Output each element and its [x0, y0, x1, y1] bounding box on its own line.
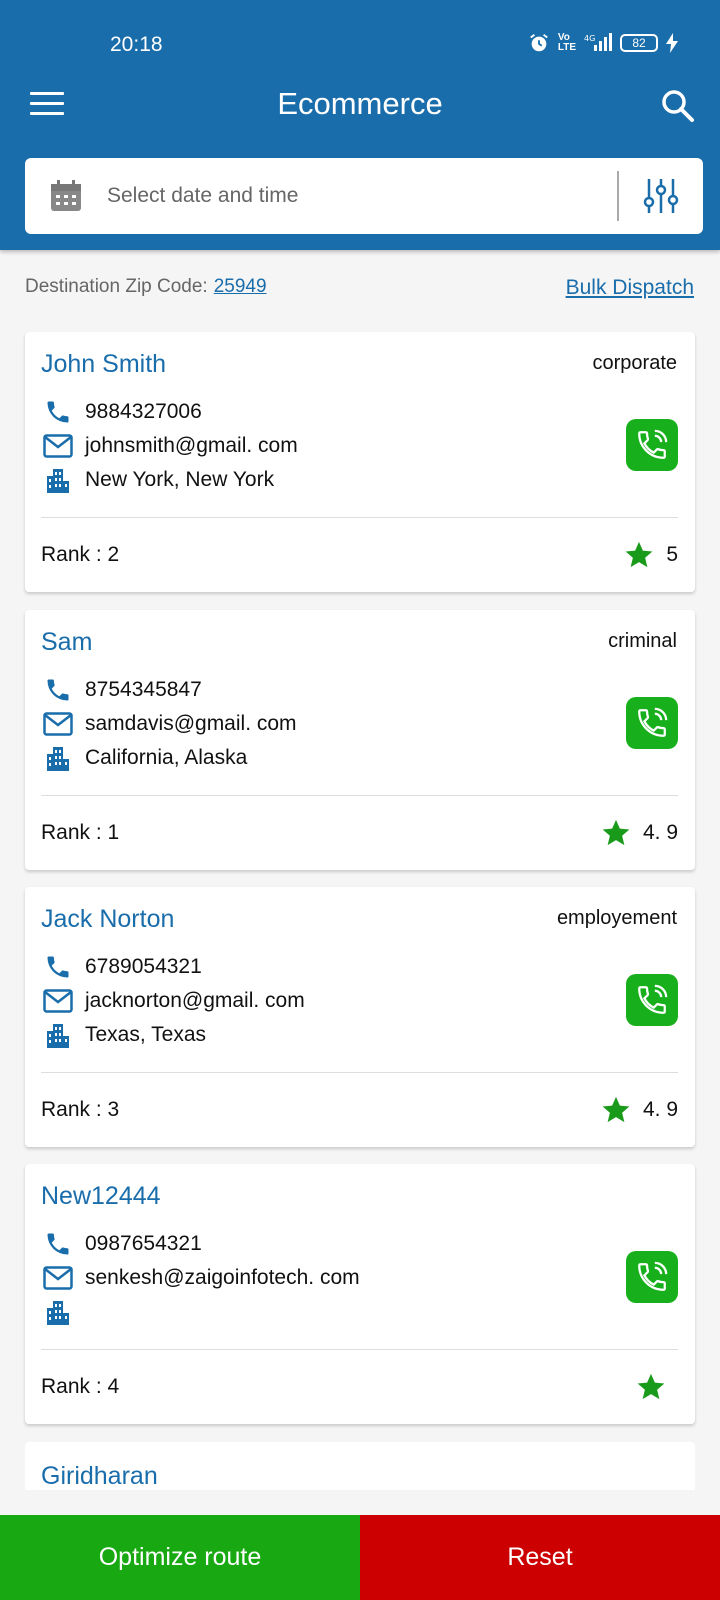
- mail-icon: [43, 432, 73, 460]
- contact-email: senkesh@zaigoinfotech. com: [85, 1266, 360, 1289]
- star-icon: [637, 1373, 665, 1400]
- call-button[interactable]: [626, 1251, 678, 1303]
- contact-name: Jack Norton: [41, 905, 175, 933]
- contact-rating: [636, 1372, 678, 1402]
- contact-card[interactable]: Giridharan: [25, 1442, 695, 1490]
- status-icons: Vo LTE 4G 82: [528, 32, 678, 54]
- divider: [41, 517, 678, 518]
- zip-code: Destination Zip Code: 25949: [25, 276, 267, 300]
- contact-rank: Rank : 1: [41, 821, 120, 844]
- volte-icon: Vo LTE: [557, 32, 576, 53]
- battery-indicator: 82: [620, 34, 658, 52]
- zip-code-link[interactable]: 25949: [214, 276, 267, 297]
- email-row: johnsmith@gmail. com: [43, 432, 298, 460]
- contact-name: John Smith: [41, 350, 167, 378]
- mail-icon: [43, 1264, 73, 1292]
- mail-icon: [43, 710, 73, 738]
- contact-rank: Rank : 3: [41, 1098, 120, 1121]
- building-icon: [43, 466, 73, 494]
- phone-row: 8754345847: [43, 676, 202, 704]
- mail-icon: [43, 987, 73, 1015]
- rating-value: 5: [666, 543, 678, 566]
- contact-rank: Rank : 2: [41, 543, 120, 566]
- divider: [41, 795, 678, 796]
- phone-icon: [43, 398, 73, 426]
- contact-email: johnsmith@gmail. com: [85, 434, 298, 457]
- contact-name: New12444: [41, 1182, 161, 1210]
- contact-phone: 8754345847: [85, 678, 202, 701]
- phone-row: 0987654321: [43, 1230, 202, 1258]
- reset-button[interactable]: Reset: [360, 1515, 720, 1600]
- filter-sliders-icon[interactable]: [619, 158, 703, 234]
- search-icon[interactable]: [660, 88, 696, 124]
- call-button[interactable]: [626, 419, 678, 471]
- location-row: [43, 1298, 85, 1326]
- contact-phone: 0987654321: [85, 1232, 202, 1255]
- contact-rating: 4. 9: [601, 1095, 678, 1125]
- svg-text:4G: 4G: [584, 34, 595, 43]
- location-row: Texas, Texas: [43, 1021, 206, 1049]
- phone-row: 6789054321: [43, 953, 202, 981]
- contact-email: samdavis@gmail. com: [85, 712, 297, 735]
- phone-icon: [43, 676, 73, 704]
- contact-phone: 6789054321: [85, 955, 202, 978]
- page-title: Ecommerce: [277, 86, 443, 121]
- call-button[interactable]: [626, 697, 678, 749]
- star-icon: [602, 819, 630, 846]
- contact-location: Texas, Texas: [85, 1023, 207, 1046]
- call-button[interactable]: [626, 974, 678, 1026]
- contact-rating: 4. 9: [601, 818, 678, 848]
- contact-name: Giridharan: [41, 1462, 158, 1490]
- phone-icon: [43, 1230, 73, 1258]
- phone-call-icon: [638, 707, 668, 737]
- contact-phone: 9884327006: [85, 400, 202, 423]
- divider: [41, 1349, 678, 1350]
- email-row: samdavis@gmail. com: [43, 710, 297, 738]
- contact-email: jacknorton@gmail. com: [85, 989, 305, 1012]
- optimize-route-button[interactable]: Optimize route: [0, 1515, 360, 1600]
- phone-icon: [43, 953, 73, 981]
- signal-icon: 4G: [584, 33, 612, 51]
- app-bar: 20:18 Vo LTE 4G 82 Ecommerce Select date …: [0, 0, 720, 250]
- contact-name: Sam: [41, 628, 93, 656]
- rating-value: 4. 9: [642, 1098, 678, 1121]
- phone-call-icon: [638, 1261, 668, 1291]
- charging-icon: [666, 33, 678, 53]
- contact-location: California, Alaska: [85, 746, 248, 769]
- contact-rating: 5: [624, 540, 678, 570]
- calendar-icon: [51, 180, 81, 211]
- zip-code-label: Destination Zip Code:: [25, 276, 208, 297]
- location-row: New York, New York: [43, 466, 274, 494]
- date-time-picker[interactable]: Select date and time: [25, 158, 703, 234]
- contact-location: New York, New York: [85, 468, 275, 491]
- email-row: senkesh@zaigoinfotech. com: [43, 1264, 360, 1292]
- location-row: California, Alaska: [43, 744, 247, 772]
- email-row: jacknorton@gmail. com: [43, 987, 305, 1015]
- building-icon: [43, 1298, 73, 1326]
- bottom-actions: Optimize route Reset: [0, 1515, 720, 1600]
- phone-call-icon: [638, 429, 668, 459]
- phone-call-icon: [638, 984, 668, 1014]
- contact-card[interactable]: Jack Norton employement 6789054321 jackn…: [25, 887, 695, 1147]
- contact-category: corporate: [592, 352, 678, 374]
- star-icon: [625, 541, 653, 568]
- building-icon: [43, 1021, 73, 1049]
- rating-value: 4. 9: [642, 821, 678, 844]
- contact-category: criminal: [608, 630, 677, 652]
- contact-category: employement: [556, 907, 677, 929]
- meta-row: Destination Zip Code: 25949 Bulk Dispatch: [25, 276, 694, 300]
- contact-rank: Rank : 4: [41, 1375, 120, 1398]
- date-time-input[interactable]: Select date and time: [107, 184, 617, 208]
- contact-card[interactable]: New12444 0987654321 senkesh@zaigoinfotec…: [25, 1164, 695, 1424]
- building-icon: [43, 744, 73, 772]
- star-icon: [602, 1096, 630, 1123]
- contact-card[interactable]: Sam criminal 8754345847 samdavis@gmail. …: [25, 610, 695, 870]
- contact-card[interactable]: John Smith corporate 9884327006 johnsmit…: [25, 332, 695, 592]
- phone-row: 9884327006: [43, 398, 202, 426]
- alarm-icon: [530, 34, 548, 52]
- bulk-dispatch-link[interactable]: Bulk Dispatch: [566, 276, 694, 300]
- divider: [41, 1072, 678, 1073]
- status-time: 20:18: [110, 33, 163, 56]
